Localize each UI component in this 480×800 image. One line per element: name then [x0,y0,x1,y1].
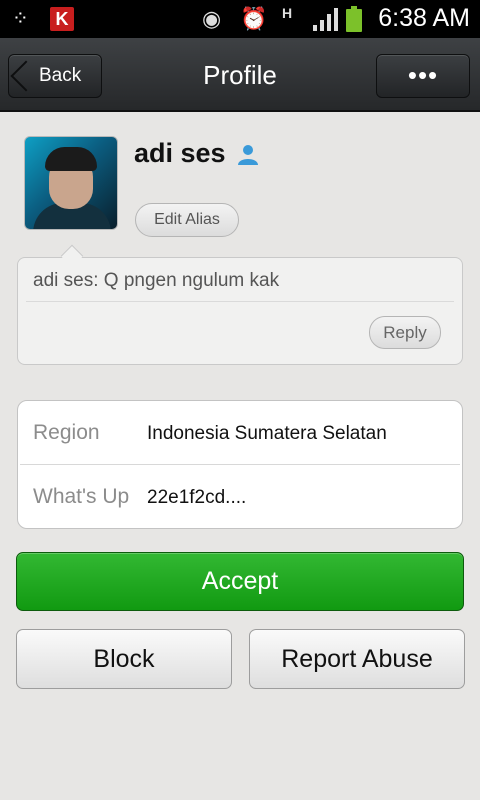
reply-button[interactable]: Reply [369,316,441,349]
edit-alias-button[interactable]: Edit Alias [135,203,239,237]
eye-icon: ◉ [202,6,222,31]
divider [20,464,460,465]
back-label: Back [39,65,82,86]
message-text: adi ses: Q pngen ngulum kak [33,270,280,291]
report-abuse-button[interactable]: Report Abuse [249,629,465,689]
page-title: Profile [203,60,277,90]
region-label: Region [33,421,100,444]
block-button[interactable]: Block [16,629,232,689]
title-bar: Back Profile ••• [0,38,480,112]
whats-up-value: 22e1f2cd.... [147,487,247,508]
divider [26,301,454,302]
more-options-button[interactable]: ••• [376,54,470,98]
whats-up-label: What's Up [33,485,130,508]
bbm-icon: ⁘ [12,8,29,30]
back-button[interactable]: Back [8,54,102,98]
avatar[interactable] [24,136,118,230]
profile-name: adi ses [134,138,226,168]
kaspersky-icon: K [50,7,74,31]
clock: 6:38 AM [378,4,470,32]
accept-button[interactable]: Accept [16,552,464,611]
signal-icon [313,8,338,31]
hspa-icon: H [282,5,293,21]
status-bar: ⁘ K ◉ ⏰ H 6:38 AM [0,0,480,38]
more-dots-icon: ••• [407,60,439,90]
male-user-icon [238,145,258,165]
region-value: Indonesia Sumatera Selatan [147,423,387,444]
battery-icon [346,6,362,32]
alarm-icon: ⏰ [240,6,268,31]
back-arrow-icon [10,60,42,92]
